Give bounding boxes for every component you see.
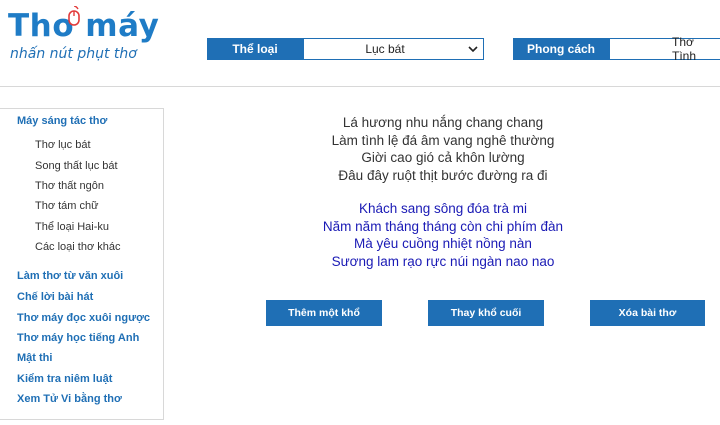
logo-title: Thơ máy (8, 8, 160, 44)
poem-line: Giời cao gió cả khôn lường (361, 150, 525, 165)
replace-last-stanza-button[interactable]: Thay khổ cuối (428, 300, 544, 326)
delete-poem-button[interactable]: Xóa bài thơ (590, 300, 705, 326)
poem-line: Khách sang sông đóa trà mi (358, 201, 528, 216)
genre-select[interactable]: Lục bát (303, 38, 484, 60)
sidebar-item-horoscope[interactable]: Xem Tử Vi bằng thơ (17, 393, 122, 405)
header-divider (0, 86, 720, 87)
add-stanza-button[interactable]: Thêm một khổ (266, 300, 382, 326)
style-label: Phong cách (513, 38, 609, 60)
chevron-down-icon (468, 46, 478, 53)
poem-stanza-2: Khách sang sông đóa trà mi Năm năm tháng… (166, 200, 720, 270)
poem-line: Sương lam rạo rực núi ngàn nao nao (331, 253, 555, 269)
computer-mouse-icon (68, 6, 80, 26)
sidebar-subitem-haiku[interactable]: Thể loại Hai-ku (35, 221, 109, 233)
poem-line: Mà yêu cuồng nhiệt nồng nàn (354, 236, 532, 251)
style-select-value: Thơ Tình (672, 35, 697, 63)
style-select[interactable]: Thơ Tình (609, 35, 720, 63)
genre-selector: Thể loại Lục bát (207, 38, 484, 60)
sidebar-subitem-song-that-luc-bat[interactable]: Song thất lục bát (35, 160, 118, 172)
style-selector: Phong cách Thơ Tình (513, 35, 720, 63)
sidebar-subitem-luc-bat[interactable]: Thơ lục bát (35, 139, 91, 151)
sidebar-subitem-that-ngon[interactable]: Thơ thất ngôn (35, 180, 104, 192)
sidebar-subitem-other[interactable]: Các loại thơ khác (35, 241, 120, 253)
sidebar-item-prose-to-poem[interactable]: Làm thơ từ văn xuôi (17, 270, 123, 282)
poem-line: Làm tình lệ đá âm vang nghê thường (331, 132, 555, 148)
logo[interactable]: Thơ máy nhấn nút phụt thơ (8, 4, 178, 64)
logo-slogan: nhấn nút phụt thơ (10, 46, 137, 62)
sidebar-item-palindrome[interactable]: Thơ máy đọc xuôi ngược (17, 312, 150, 324)
poem-stanza-1: Lá hương nhu nắng chang chang Làm tình l… (166, 114, 720, 184)
sidebar-item-song-lyrics[interactable]: Chế lời bài hát (17, 291, 93, 303)
sidebar-item-rhyme-check[interactable]: Kiểm tra niêm luật (17, 373, 112, 385)
sidebar-item-poetry-machine[interactable]: Máy sáng tác thơ (17, 115, 107, 127)
sidebar-item-english[interactable]: Thơ máy học tiếng Anh (17, 332, 139, 344)
poem-line: Năm năm tháng tháng còn chi phím đàn (322, 218, 564, 234)
poem-line: Đâu đây ruột thịt bước đường ra đi (338, 167, 548, 183)
sidebar-subitem-tam-chu[interactable]: Thơ tám chữ (35, 200, 98, 212)
sidebar-item-mat-thi[interactable]: Mật thi (17, 352, 52, 364)
genre-label: Thể loại (207, 38, 303, 60)
genre-select-value: Lục bát (365, 42, 405, 56)
poem-line: Lá hương nhu nắng chang chang (342, 115, 544, 130)
sidebar: Máy sáng tác thơ Thơ lục bát Song thất l… (0, 108, 164, 420)
